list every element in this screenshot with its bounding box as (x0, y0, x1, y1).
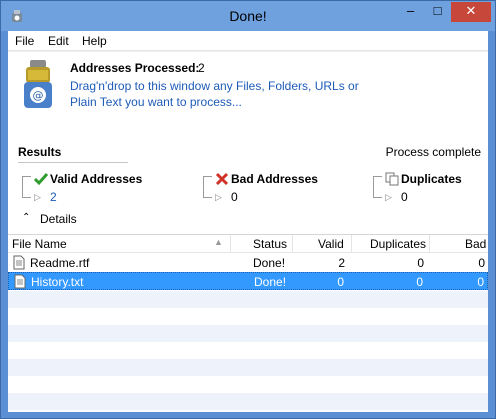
empty-row (8, 393, 488, 410)
menu-file[interactable]: File (15, 34, 34, 48)
column-divider[interactable] (429, 235, 430, 253)
minimize-button[interactable]: – (397, 2, 424, 22)
file-status: Done! (254, 275, 287, 289)
bad-addresses-count: 0 (231, 190, 238, 204)
table-row[interactable]: History.txt Done! 0 0 0 (8, 272, 488, 290)
table-row[interactable]: Readme.rtf Done! 2 0 0 (8, 254, 488, 272)
file-name: Readme.rtf (30, 256, 90, 270)
bracket (22, 176, 31, 198)
empty-row (8, 308, 488, 325)
expand-arrow-icon: ▷ (34, 192, 41, 202)
column-divider[interactable] (292, 235, 293, 253)
summary-panel: @ Addresses Processed: 2 Drag'n'drop to … (8, 52, 488, 234)
empty-row (8, 291, 488, 308)
drop-instructions: Drag'n'drop to this window any Files, Fo… (70, 79, 359, 109)
close-button[interactable]: ✕ (451, 2, 491, 22)
file-duplicates: 0 (416, 275, 423, 289)
file-name: History.txt (31, 275, 84, 289)
maximize-button[interactable]: □ (424, 2, 451, 22)
addresses-processed-label: Addresses Processed: (70, 61, 200, 75)
column-duplicates[interactable]: Duplicates (370, 237, 426, 251)
column-divider[interactable] (230, 235, 231, 253)
results-heading: Results (18, 145, 62, 159)
menu-bar: File Edit Help (8, 31, 488, 51)
file-duplicates: 0 (417, 256, 424, 270)
file-list: File Name ▲ Status Valid Duplicates Bad … (8, 234, 488, 412)
empty-row (8, 376, 488, 393)
valid-addresses-count[interactable]: 2 (50, 190, 57, 204)
title-bar[interactable]: Done! – □ ✕ (1, 1, 495, 31)
svg-text:@: @ (33, 89, 44, 102)
bad-addresses-label: Bad Addresses (231, 172, 318, 186)
file-valid: 0 (337, 275, 344, 289)
file-bad: 0 (478, 256, 485, 270)
app-window: Done! – □ ✕ File Edit Help @ Addresses P… (0, 0, 496, 419)
empty-row (8, 342, 488, 359)
addresses-processed-count: 2 (198, 61, 205, 75)
client-area: File Edit Help @ Addresses Processed: 2 … (8, 31, 488, 412)
expand-arrow-icon: ▷ (385, 192, 392, 202)
mascot-icon: @ (24, 60, 52, 108)
process-status: Process complete (385, 145, 481, 159)
details-label: Details (40, 212, 77, 226)
expand-arrow-icon: ▷ (215, 192, 222, 202)
file-bad: 0 (477, 275, 484, 289)
bracket (203, 176, 212, 198)
menu-edit[interactable]: Edit (48, 34, 69, 48)
document-icon (14, 274, 26, 289)
x-icon (215, 172, 229, 186)
empty-row (8, 325, 488, 342)
chevron-up-icon: ⌃ (22, 212, 31, 223)
empty-row (8, 359, 488, 376)
duplicates-label: Duplicates (401, 172, 462, 186)
bracket (373, 176, 382, 198)
file-status: Done! (253, 256, 286, 270)
valid-addresses-label: Valid Addresses (50, 172, 143, 186)
column-valid[interactable]: Valid (318, 237, 344, 251)
results-divider (18, 162, 128, 163)
column-bad[interactable]: Bad (465, 237, 486, 251)
sort-asc-icon: ▲ (214, 237, 223, 247)
menu-help[interactable]: Help (82, 34, 107, 48)
copy-icon (385, 172, 399, 186)
file-valid: 2 (338, 256, 345, 270)
column-status[interactable]: Status (253, 237, 287, 251)
duplicates-count: 0 (401, 190, 408, 204)
column-divider[interactable] (351, 235, 352, 253)
column-file-name[interactable]: File Name (12, 237, 67, 251)
table-header: File Name ▲ Status Valid Duplicates Bad (8, 235, 488, 253)
document-icon (13, 255, 25, 270)
check-icon (34, 173, 48, 186)
